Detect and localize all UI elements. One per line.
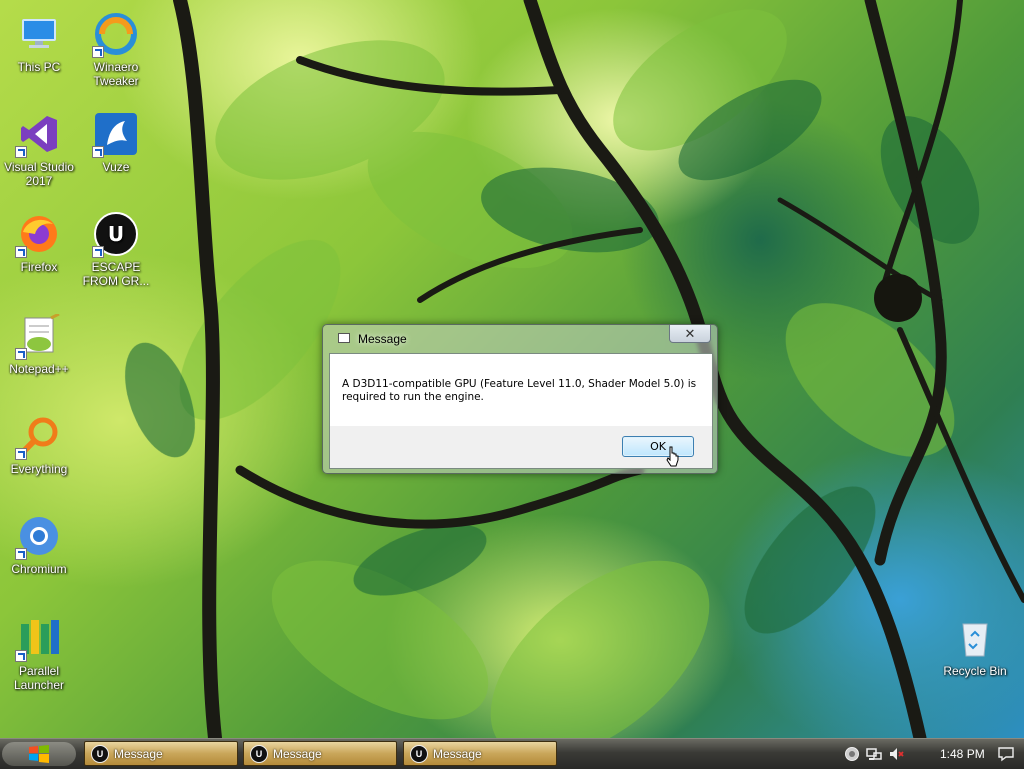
unreal-engine-icon: U	[92, 210, 140, 258]
desktop-icon-label: Firefox	[20, 260, 58, 274]
desktop-icon-everything[interactable]: Everything	[1, 412, 77, 476]
system-tray: 1:48 PM	[834, 739, 1024, 769]
desktop-icon-label: ESCAPE FROM GR...	[82, 260, 150, 288]
desktop-icon-label: Visual Studio 2017	[4, 160, 74, 188]
desktop-icon-label: Notepad++	[9, 362, 69, 376]
shortcut-arrow-icon	[92, 46, 104, 58]
desktop-icon-winaero[interactable]: Winaero Tweaker	[78, 10, 154, 88]
desktop-icon-label: Everything	[10, 462, 68, 476]
desktop-icon-this-pc[interactable]: This PC	[1, 10, 77, 74]
ok-button[interactable]: OK	[622, 436, 694, 457]
dialog-body: A D3D11-compatible GPU (Feature Level 11…	[329, 353, 713, 469]
shortcut-arrow-icon	[15, 246, 27, 258]
notification-icon[interactable]	[998, 746, 1014, 762]
shortcut-arrow-icon	[92, 146, 104, 158]
message-dialog: Message ✕ A D3D11-compatible GPU (Featur…	[322, 324, 718, 474]
taskbar-item-label: Message	[273, 746, 322, 761]
taskbar-item-message[interactable]: U Message	[403, 741, 557, 766]
mouse-pointer-icon	[666, 446, 679, 467]
notepad-plus-plus-icon	[15, 312, 63, 360]
taskbar-item-label: Message	[114, 746, 163, 761]
chromium-icon	[15, 512, 63, 560]
taskbar-clock[interactable]: 1:48 PM	[940, 747, 985, 761]
firefox-icon	[15, 210, 63, 258]
taskbar-item-label: Message	[433, 746, 482, 761]
taskbar-item-message[interactable]: U Message	[84, 741, 238, 766]
desktop-icon-label: This PC	[17, 60, 61, 74]
computer-monitor-icon	[15, 10, 63, 58]
dialog-title: Message	[358, 332, 407, 346]
desktop-icon-label: Recycle Bin	[943, 664, 1007, 678]
unreal-engine-icon: U	[410, 744, 428, 763]
desktop-icon-label: Parallel Launcher	[13, 664, 65, 692]
shortcut-arrow-icon	[15, 146, 27, 158]
shortcut-arrow-icon	[15, 650, 27, 662]
windows-logo-icon	[29, 745, 49, 763]
vuze-frog-icon	[92, 110, 140, 158]
unreal-engine-icon: U	[91, 744, 109, 763]
recycle-bin-icon	[951, 614, 999, 662]
shortcut-arrow-icon	[15, 548, 27, 560]
desktop-icon-label: Chromium	[11, 562, 67, 576]
volume-muted-icon[interactable]	[888, 746, 904, 762]
shortcut-arrow-icon	[92, 246, 104, 258]
desktop-icon-chromium[interactable]: Chromium	[1, 512, 77, 576]
svg-text:U: U	[108, 222, 124, 246]
shortcut-arrow-icon	[15, 348, 27, 360]
winaero-swirl-icon	[92, 10, 140, 58]
desktop-icon-escape[interactable]: U ESCAPE FROM GR...	[78, 210, 154, 288]
visual-studio-icon	[15, 110, 63, 158]
desktop-icon-label: Winaero Tweaker	[93, 60, 139, 88]
window-app-icon	[338, 333, 350, 343]
close-icon: ✕	[684, 325, 696, 341]
desktop-icon-parallel-launcher[interactable]: Parallel Launcher	[1, 614, 77, 692]
dialog-titlebar[interactable]: Message ✕	[323, 325, 717, 353]
start-button[interactable]	[2, 742, 76, 766]
desktop-icon-firefox[interactable]: Firefox	[1, 210, 77, 274]
unreal-engine-icon: U	[250, 744, 268, 763]
dialog-button-bar: OK	[330, 426, 712, 468]
dialog-message: A D3D11-compatible GPU (Feature Level 11…	[342, 378, 697, 403]
desktop-icon-recycle-bin[interactable]: Recycle Bin	[937, 614, 1013, 678]
shortcut-arrow-icon	[15, 448, 27, 460]
desktop-icon-label: Vuze	[102, 160, 130, 174]
desktop-icon-vuze[interactable]: Vuze	[78, 110, 154, 174]
desktop-icon-visual-studio[interactable]: Visual Studio 2017	[1, 110, 77, 188]
network-globe-icon[interactable]	[844, 746, 860, 762]
desktop-icon-notepadpp[interactable]: Notepad++	[1, 312, 77, 376]
dialog-close-button[interactable]: ✕	[669, 325, 711, 343]
taskbar: U Message U Message U Message 1:48 PM	[0, 738, 1024, 769]
network-icon[interactable]	[866, 746, 882, 762]
parallel-launcher-icon	[15, 614, 63, 662]
taskbar-item-message[interactable]: U Message	[243, 741, 397, 766]
magnifier-icon	[15, 412, 63, 460]
